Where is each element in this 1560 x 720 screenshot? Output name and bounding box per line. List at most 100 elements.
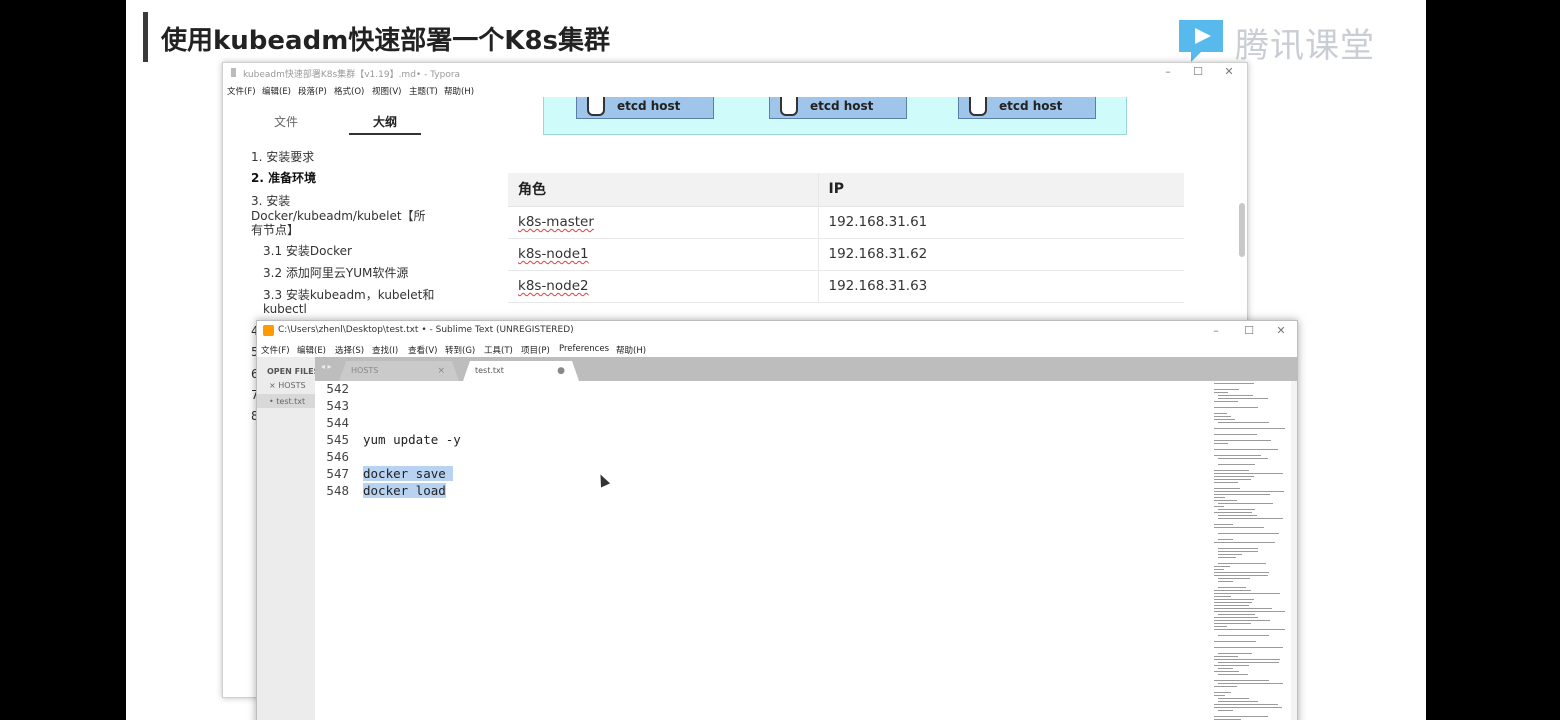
code-editor[interactable]: 542 543 544 545 546 547 548 yum update -… bbox=[315, 381, 1205, 720]
maximize-icon[interactable]: ☐ bbox=[1191, 65, 1205, 78]
minimap-line bbox=[1214, 626, 1227, 627]
play-logo-icon bbox=[1179, 20, 1223, 62]
minimap-line bbox=[1214, 599, 1254, 600]
open-files-sidebar: OPEN FILES × HOSTS • test.txt bbox=[257, 357, 319, 720]
minimap-line bbox=[1218, 701, 1258, 702]
tab-nav-arrows[interactable]: ◂ ▸ bbox=[321, 362, 332, 371]
menu-find[interactable]: 查找(I) bbox=[372, 344, 398, 356]
menu-preferences[interactable]: Preferences bbox=[559, 344, 609, 354]
maximize-icon[interactable]: ☐ bbox=[1242, 324, 1256, 337]
column-header[interactable]: 角色 bbox=[508, 173, 819, 207]
minimap-line bbox=[1214, 416, 1231, 417]
minimap-line bbox=[1214, 497, 1225, 498]
code-line-selected[interactable]: docker save bbox=[363, 466, 454, 481]
menu-format[interactable]: 格式(O) bbox=[334, 85, 364, 97]
editor-scrollbar[interactable] bbox=[1291, 381, 1297, 720]
code-line[interactable]: yum update -y bbox=[363, 432, 461, 447]
menu-paragraph[interactable]: 段落(P) bbox=[298, 85, 327, 97]
minimap-line bbox=[1214, 401, 1238, 402]
minimap-line bbox=[1218, 710, 1233, 711]
line-number: 546 bbox=[326, 449, 349, 464]
menu-file[interactable]: 文件(F) bbox=[227, 85, 256, 97]
code-line-selected[interactable]: docker load bbox=[363, 483, 446, 498]
minimap-line bbox=[1218, 395, 1253, 396]
table-header-row: 角色 IP bbox=[508, 173, 1184, 207]
brand-logo: 腾讯课堂 bbox=[1171, 12, 1391, 66]
tab-close-icon[interactable]: × bbox=[437, 366, 445, 376]
tab-underline bbox=[349, 133, 421, 135]
column-header[interactable]: IP bbox=[818, 173, 1184, 207]
minimap-line bbox=[1218, 533, 1279, 534]
menu-tools[interactable]: 工具(T) bbox=[484, 344, 513, 356]
menu-edit[interactable]: 编辑(E) bbox=[297, 344, 326, 356]
tab-test-txt[interactable]: test.txt ● bbox=[463, 361, 579, 381]
minimap-line bbox=[1214, 659, 1280, 660]
outline-item[interactable]: kubectl bbox=[263, 302, 307, 317]
tab-outline[interactable]: 大纲 bbox=[373, 113, 397, 130]
minimap-line bbox=[1218, 464, 1255, 465]
outline-item[interactable]: 3. 安装 bbox=[251, 194, 290, 209]
minimap-line bbox=[1214, 686, 1237, 687]
slide: 使用kubeadm快速部署一个K8s集群 腾讯课堂 kubeadm快速部署K8s… bbox=[126, 0, 1426, 720]
menu-theme[interactable]: 主题(T) bbox=[409, 85, 438, 97]
table-row: k8s-node1 192.168.31.62 bbox=[508, 238, 1184, 271]
menu-edit[interactable]: 编辑(E) bbox=[262, 85, 291, 97]
table-cell[interactable]: k8s-node1 bbox=[508, 238, 819, 271]
close-icon[interactable]: ✕ bbox=[1274, 324, 1288, 337]
outline-item-active[interactable]: 2. 准备环境 bbox=[251, 171, 316, 186]
node-ip-table: 角色 IP k8s-master 192.168.31.61 k8s-node1… bbox=[508, 173, 1184, 303]
sidebar-file-test[interactable]: • test.txt bbox=[269, 397, 305, 406]
minimap-line bbox=[1214, 428, 1285, 429]
table-cell[interactable]: 192.168.31.62 bbox=[818, 238, 1184, 271]
sidebar-file-hosts[interactable]: × HOSTS bbox=[269, 381, 306, 390]
minimap-line bbox=[1218, 668, 1233, 669]
title-accent-bar bbox=[143, 12, 148, 62]
table-cell[interactable]: 192.168.31.63 bbox=[818, 270, 1184, 303]
minimap-line bbox=[1214, 470, 1249, 471]
outline-item[interactable]: 1. 安装要求 bbox=[251, 150, 314, 165]
sublime-logo-icon bbox=[263, 325, 274, 336]
tab-files[interactable]: 文件 bbox=[274, 113, 298, 130]
menu-goto[interactable]: 转到(G) bbox=[445, 344, 475, 356]
tab-dirty-indicator-icon[interactable]: ● bbox=[557, 366, 565, 376]
minimap-line bbox=[1218, 518, 1283, 519]
outline-item[interactable]: 3.3 安装kubeadm，kubelet和 bbox=[263, 288, 434, 303]
minimap-line bbox=[1214, 707, 1282, 708]
menu-view[interactable]: 视图(V) bbox=[372, 85, 401, 97]
close-icon[interactable]: ✕ bbox=[1222, 65, 1236, 78]
outline-item[interactable]: 有节点】 bbox=[251, 223, 299, 238]
menu-help[interactable]: 帮助(H) bbox=[444, 85, 474, 97]
table-cell[interactable]: 192.168.31.61 bbox=[818, 206, 1184, 239]
minimap-line bbox=[1214, 455, 1261, 456]
minimap-line bbox=[1214, 605, 1249, 606]
table-row: k8s-node2 192.168.31.63 bbox=[508, 270, 1184, 303]
minimap-line bbox=[1214, 476, 1254, 477]
typora-scrollbar[interactable] bbox=[1239, 203, 1245, 257]
outline-item[interactable]: 3.1 安装Docker bbox=[263, 244, 352, 259]
minimap-line bbox=[1218, 398, 1268, 399]
minimap-line bbox=[1214, 524, 1233, 525]
minimap-line bbox=[1214, 602, 1252, 603]
minimize-icon[interactable]: – bbox=[1161, 65, 1175, 78]
line-number: 548 bbox=[326, 483, 349, 498]
minimap-line bbox=[1214, 443, 1228, 444]
minimap[interactable] bbox=[1212, 381, 1292, 720]
tab-hosts[interactable]: HOSTS × bbox=[339, 361, 459, 381]
outline-item[interactable]: Docker/kubeadm/kubelet【所 bbox=[251, 209, 426, 224]
menu-help[interactable]: 帮助(H) bbox=[616, 344, 646, 356]
menu-view[interactable]: 查看(V) bbox=[408, 344, 437, 356]
minimap-line bbox=[1214, 440, 1271, 441]
menu-project[interactable]: 项目(P) bbox=[521, 344, 550, 356]
outline-item[interactable]: 3.2 添加阿里云YUM软件源 bbox=[263, 266, 408, 281]
table-cell[interactable]: k8s-master bbox=[508, 206, 819, 239]
minimap-line bbox=[1214, 449, 1278, 450]
menu-file[interactable]: 文件(F) bbox=[261, 344, 290, 356]
minimap-line bbox=[1218, 557, 1236, 558]
minimap-line bbox=[1218, 614, 1255, 615]
line-number: 544 bbox=[326, 415, 349, 430]
minimap-line bbox=[1218, 683, 1283, 684]
menu-selection[interactable]: 选择(S) bbox=[335, 344, 364, 356]
table-cell[interactable]: k8s-node2 bbox=[508, 270, 819, 303]
line-number: 545 bbox=[326, 432, 349, 447]
minimize-icon[interactable]: – bbox=[1209, 324, 1223, 337]
